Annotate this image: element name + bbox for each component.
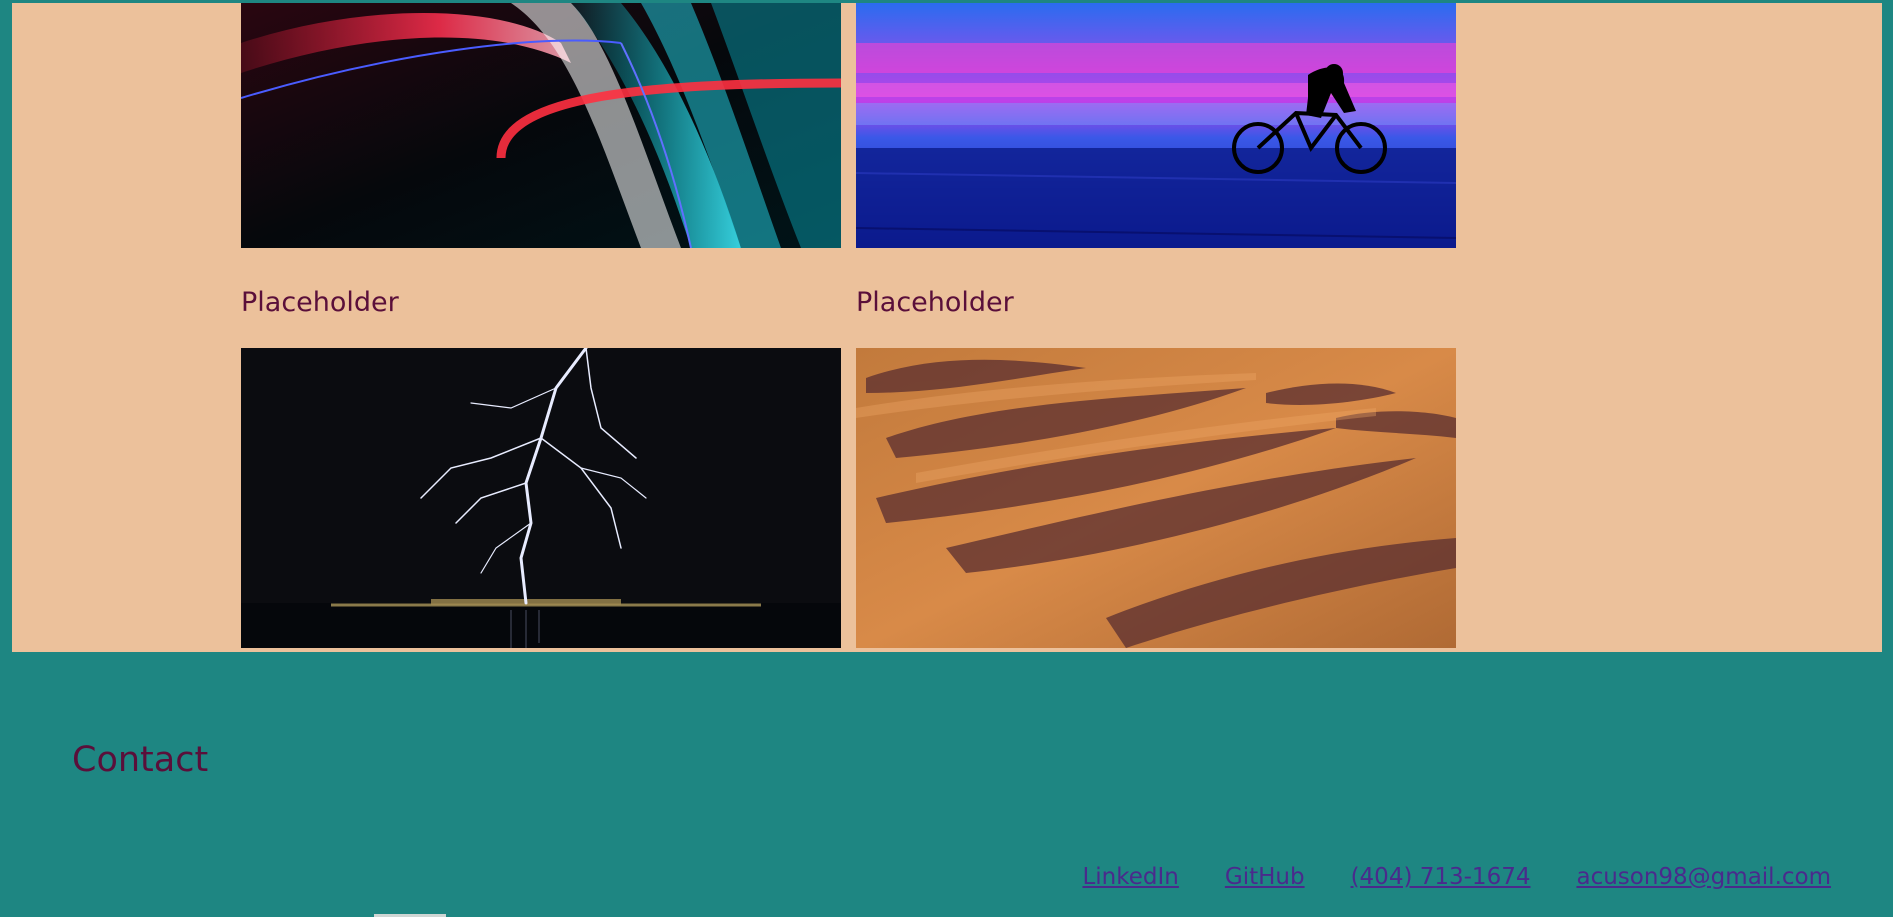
github-link[interactable]: GitHub: [1225, 864, 1305, 890]
desert-dunes-image[interactable]: [856, 348, 1456, 648]
project-title[interactable]: Placeholder: [241, 287, 399, 318]
page: Placeholder Placeholder Contact LinkedIn…: [0, 0, 1893, 917]
contact-heading: Contact: [72, 740, 209, 780]
cyclist-neon-image[interactable]: [856, 3, 1456, 248]
phone-link[interactable]: (404) 713-1674: [1351, 864, 1531, 890]
projects-section: Placeholder Placeholder: [12, 3, 1882, 652]
project-title[interactable]: Placeholder: [856, 287, 1014, 318]
lightning-image[interactable]: [241, 348, 841, 648]
linkedin-link[interactable]: LinkedIn: [1082, 864, 1178, 890]
contact-links: LinkedIn GitHub (404) 713-1674 acuson98@…: [1082, 864, 1831, 890]
light-trails-image[interactable]: [241, 3, 841, 248]
email-link[interactable]: acuson98@gmail.com: [1576, 864, 1831, 890]
